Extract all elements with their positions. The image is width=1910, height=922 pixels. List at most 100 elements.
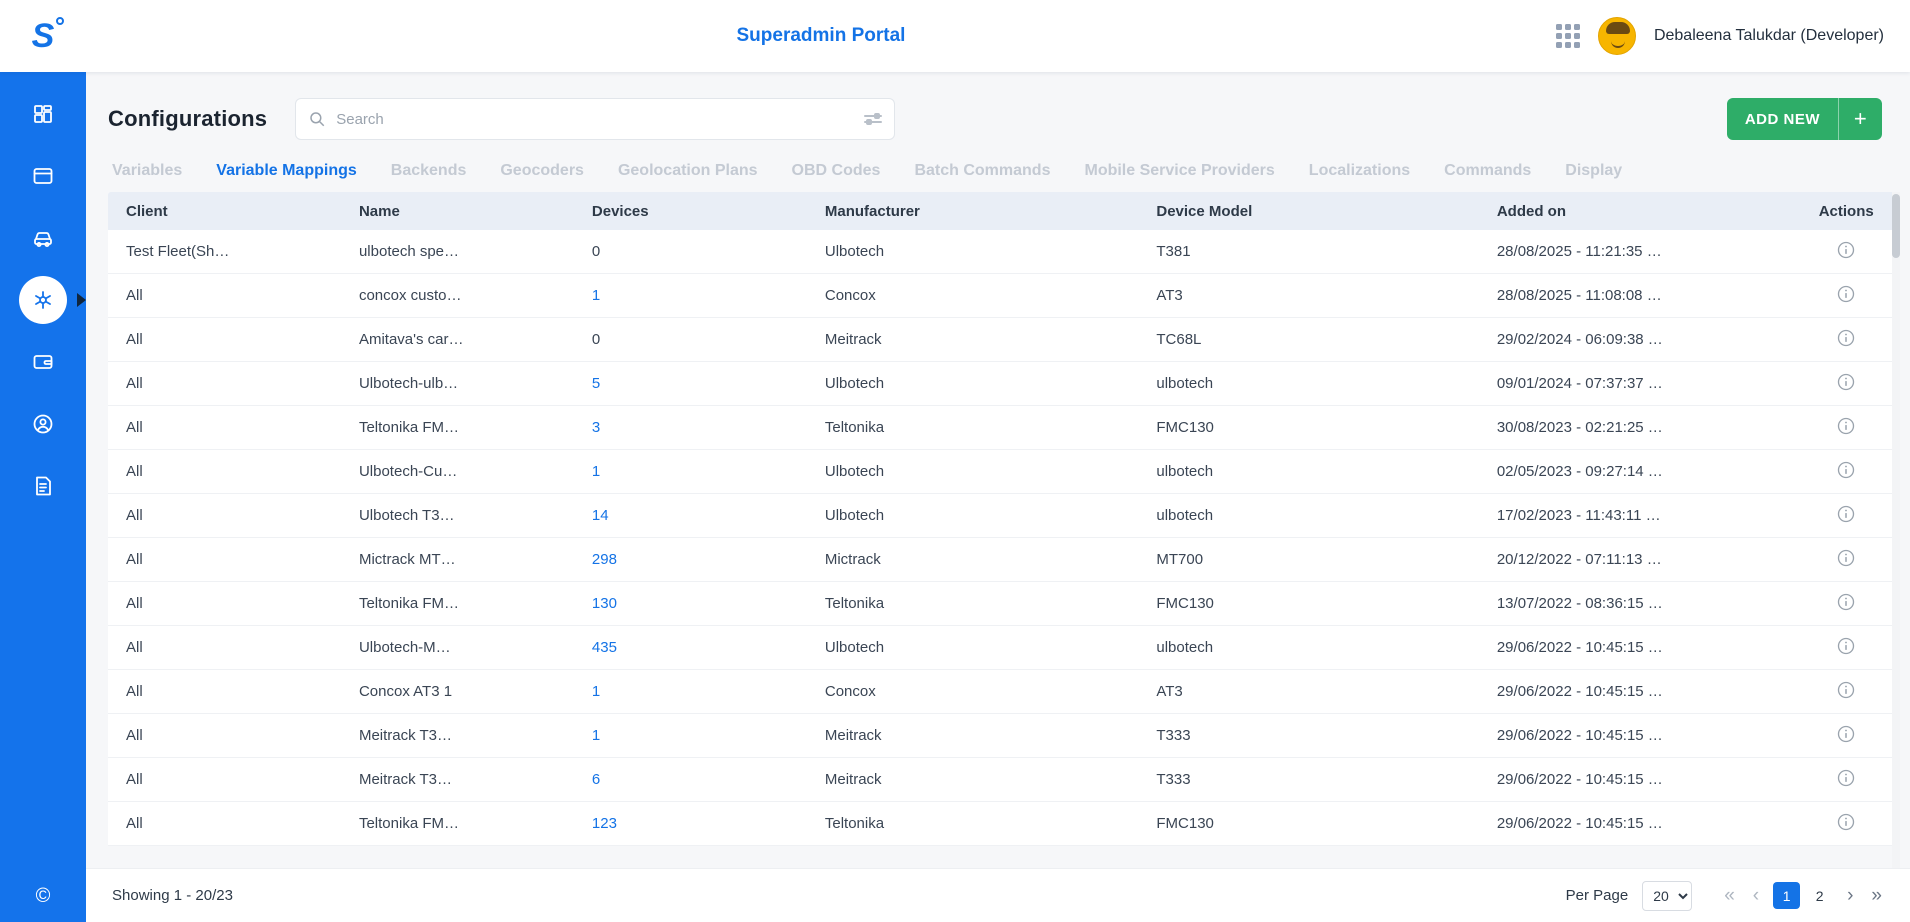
row-actions-button[interactable] bbox=[1836, 284, 1856, 304]
row-actions-button[interactable] bbox=[1836, 372, 1856, 392]
scrollbar-thumb[interactable] bbox=[1892, 194, 1900, 258]
prev-page-button[interactable]: ‹ bbox=[1749, 883, 1763, 909]
table-row[interactable]: AllMeitrack T3…1MeitrackT33329/06/2022 -… bbox=[108, 714, 1900, 758]
first-page-button[interactable]: « bbox=[1720, 883, 1739, 909]
table-row[interactable]: AllUlbotech-ulb…5Ulbotechulbotech09/01/2… bbox=[108, 362, 1900, 406]
search-icon bbox=[308, 110, 326, 128]
cell-manufacturer: Ulbotech bbox=[807, 463, 1139, 480]
cell-devices[interactable]: 6 bbox=[574, 771, 807, 788]
table-row[interactable]: AllTeltonika FM…130TeltonikaFMC13013/07/… bbox=[108, 582, 1900, 626]
row-actions-button[interactable] bbox=[1836, 328, 1856, 348]
column-header-added-on[interactable]: Added on bbox=[1479, 203, 1793, 220]
table-row[interactable]: AllUlbotech-Cu…1Ulbotechulbotech02/05/20… bbox=[108, 450, 1900, 494]
devices-count-link[interactable]: 130 bbox=[592, 595, 617, 612]
cell-devices[interactable]: 123 bbox=[574, 815, 807, 832]
sidebar-item-configurations[interactable] bbox=[19, 276, 67, 324]
devices-count-link[interactable]: 5 bbox=[592, 375, 600, 392]
cell-devices[interactable]: 298 bbox=[574, 551, 807, 568]
cell-devices[interactable]: 1 bbox=[574, 287, 807, 304]
column-header-manufacturer[interactable]: Manufacturer bbox=[807, 203, 1139, 220]
cell-devices[interactable]: 5 bbox=[574, 375, 807, 392]
devices-count-link[interactable]: 3 bbox=[592, 419, 600, 436]
table-row[interactable]: AllTeltonika FM…3TeltonikaFMC13030/08/20… bbox=[108, 406, 1900, 450]
tab-obd-codes[interactable]: OBD Codes bbox=[792, 162, 881, 180]
tab-batch-commands[interactable]: Batch Commands bbox=[914, 162, 1050, 180]
column-header-actions[interactable]: Actions bbox=[1792, 203, 1900, 220]
devices-count-link[interactable]: 1 bbox=[592, 727, 600, 744]
row-actions-button[interactable] bbox=[1836, 460, 1856, 480]
tab-variable-mappings[interactable]: Variable Mappings bbox=[216, 162, 356, 180]
column-header-devices[interactable]: Devices bbox=[574, 203, 807, 220]
tab-localizations[interactable]: Localizations bbox=[1309, 162, 1410, 180]
sidebar-item-dashboard[interactable] bbox=[19, 90, 67, 138]
row-actions-button[interactable] bbox=[1836, 592, 1856, 612]
cell-devices[interactable]: 1 bbox=[574, 727, 807, 744]
devices-count-link[interactable]: 1 bbox=[592, 463, 600, 480]
column-header-name[interactable]: Name bbox=[341, 203, 574, 220]
cell-devices[interactable]: 1 bbox=[574, 683, 807, 700]
row-actions-button[interactable] bbox=[1836, 680, 1856, 700]
page-number-2[interactable]: 2 bbox=[1806, 882, 1833, 909]
devices-count-link[interactable]: 435 bbox=[592, 639, 617, 656]
table-row[interactable]: Allconcox custo…1ConcoxAT328/08/2025 - 1… bbox=[108, 274, 1900, 318]
table-row[interactable]: Test Fleet(Sh…ulbotech spe…0UlbotechT381… bbox=[108, 230, 1900, 274]
devices-count-link[interactable]: 6 bbox=[592, 771, 600, 788]
row-actions-button[interactable] bbox=[1836, 768, 1856, 788]
table-row[interactable]: AllMeitrack T3…6MeitrackT33329/06/2022 -… bbox=[108, 758, 1900, 802]
apps-grid-icon[interactable] bbox=[1556, 24, 1580, 48]
cell-devices[interactable]: 130 bbox=[574, 595, 807, 612]
column-header-client[interactable]: Client bbox=[108, 203, 341, 220]
cell-device-model: ulbotech bbox=[1138, 507, 1478, 524]
table-scrollbar[interactable] bbox=[1892, 192, 1900, 868]
table-row[interactable]: AllUlbotech-M…435Ulbotechulbotech29/06/2… bbox=[108, 626, 1900, 670]
devices-count-link[interactable]: 1 bbox=[592, 683, 600, 700]
row-actions-button[interactable] bbox=[1836, 416, 1856, 436]
sidebar-item-vehicles[interactable] bbox=[19, 214, 67, 262]
app-logo[interactable]: S bbox=[0, 19, 86, 53]
tab-geolocation-plans[interactable]: Geolocation Plans bbox=[618, 162, 758, 180]
search-input[interactable] bbox=[336, 111, 854, 128]
add-new-button[interactable]: ADD NEW + bbox=[1727, 98, 1882, 140]
cell-devices[interactable]: 14 bbox=[574, 507, 807, 524]
page-number-1[interactable]: 1 bbox=[1773, 882, 1800, 909]
row-actions-button[interactable] bbox=[1836, 812, 1856, 832]
devices-count-link[interactable]: 123 bbox=[592, 815, 617, 832]
devices-count-link[interactable]: 14 bbox=[592, 507, 609, 524]
table-row[interactable]: AllTeltonika FM…123TeltonikaFMC13029/06/… bbox=[108, 802, 1900, 846]
cell-devices[interactable]: 435 bbox=[574, 639, 807, 656]
row-actions-button[interactable] bbox=[1836, 548, 1856, 568]
sidebar-item-accounts[interactable] bbox=[19, 400, 67, 448]
user-name[interactable]: Debaleena Talukdar (Developer) bbox=[1654, 27, 1884, 45]
tab-backends[interactable]: Backends bbox=[391, 162, 467, 180]
per-page-select[interactable]: 20 bbox=[1642, 881, 1692, 911]
next-page-button[interactable]: › bbox=[1843, 883, 1857, 909]
row-actions-button[interactable] bbox=[1836, 724, 1856, 744]
row-actions-button[interactable] bbox=[1836, 636, 1856, 656]
table-row[interactable]: AllUlbotech T3…14Ulbotechulbotech17/02/2… bbox=[108, 494, 1900, 538]
column-header-device-model[interactable]: Device Model bbox=[1138, 203, 1478, 220]
user-avatar[interactable] bbox=[1598, 17, 1636, 55]
tab-geocoders[interactable]: Geocoders bbox=[500, 162, 584, 180]
row-actions-button[interactable] bbox=[1836, 240, 1856, 260]
devices-count-link[interactable]: 298 bbox=[592, 551, 617, 568]
sidebar-item-reports[interactable] bbox=[19, 462, 67, 510]
sidebar-item-panels[interactable] bbox=[19, 152, 67, 200]
tab-commands[interactable]: Commands bbox=[1444, 162, 1531, 180]
table-row[interactable]: AllAmitava's car…0MeitrackTC68L29/02/202… bbox=[108, 318, 1900, 362]
cell-devices[interactable]: 3 bbox=[574, 419, 807, 436]
tab-display[interactable]: Display bbox=[1565, 162, 1622, 180]
info-icon bbox=[1836, 416, 1856, 436]
tab-variables[interactable]: Variables bbox=[112, 162, 182, 180]
cell-devices[interactable]: 1 bbox=[574, 463, 807, 480]
last-page-button[interactable]: » bbox=[1867, 883, 1886, 909]
devices-count-link[interactable]: 1 bbox=[592, 287, 600, 304]
table-row[interactable]: AllMictrack MT…298MictrackMT70020/12/202… bbox=[108, 538, 1900, 582]
sidebar-item-payments[interactable] bbox=[19, 338, 67, 386]
cell-client: All bbox=[108, 683, 341, 700]
row-actions-button[interactable] bbox=[1836, 504, 1856, 524]
report-icon bbox=[31, 474, 55, 498]
table-row[interactable]: AllConcox AT3 11ConcoxAT329/06/2022 - 10… bbox=[108, 670, 1900, 714]
main-content: Configurations ADD NEW + VariablesVariab… bbox=[86, 72, 1910, 922]
tab-mobile-service-providers[interactable]: Mobile Service Providers bbox=[1084, 162, 1274, 180]
filter-icon[interactable] bbox=[864, 115, 882, 123]
